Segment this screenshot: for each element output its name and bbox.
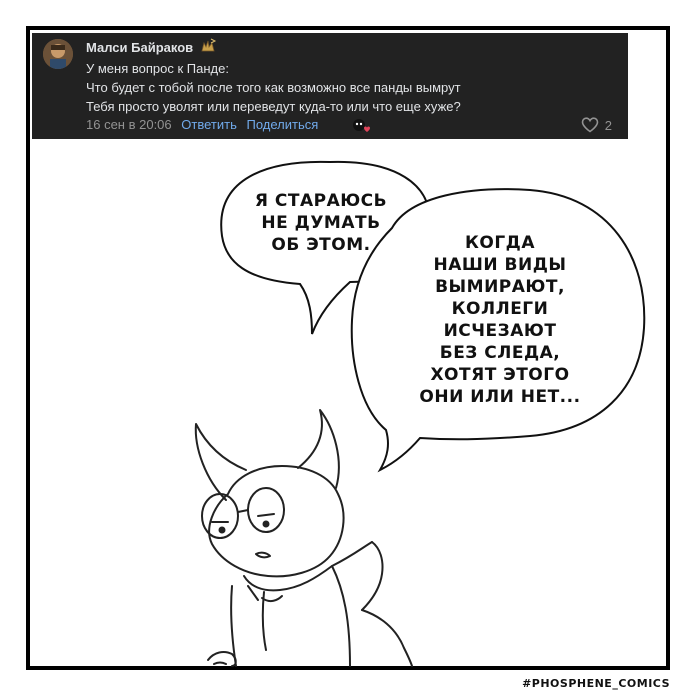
speech-line: ХОТЯТ ЭТОГО [430,365,570,385]
comment-author[interactable]: Малси Байраков [86,40,193,55]
speech-text-1: Я СТАРАЮСЬ НЕ ДУМАТЬ ОБ ЭТОМ. [236,190,406,256]
speech-line: БЕЗ СЛЕДА, [439,343,561,363]
comment-line: Тебя просто уволят или переведут куда-то… [86,99,461,114]
speech-line: ВЫМИРАЮТ, [435,277,565,297]
reaction-sticker-icon[interactable] [350,115,372,135]
comment-line: Что будет с тобой после того как возможн… [86,80,461,95]
comment-text: У меня вопрос к Панде: Что будет с тобой… [86,59,461,116]
speech-line: КОЛЛЕГИ [451,299,549,319]
like-count: 2 [604,117,612,133]
speech-line: НАШИ ВИДЫ [433,255,567,275]
comment-card: Малси Байраков У меня вопрос к Панде: Чт… [32,33,628,139]
hashtag-credit: #PHOSPHENE_COMICS [522,677,670,690]
speech-line: Я СТАРАЮСЬ [254,191,388,211]
avatar[interactable] [43,39,73,69]
heart-icon [581,117,599,133]
speech-text-2: КОГДА НАШИ ВИДЫ ВЫМИРАЮТ, КОЛЛЕГИ ИСЧЕЗА… [404,232,596,408]
character-drawing [194,409,413,667]
share-link[interactable]: Поделиться [246,117,318,132]
speech-line: НЕ ДУМАТЬ [261,213,381,233]
comment-line: У меня вопрос к Панде: [86,61,229,76]
speech-line: ИСЧЕЗАЮТ [443,321,557,341]
crown-badge-icon [201,38,217,52]
comment-meta: 16 сен в 20:06 Ответить Поделиться [86,117,318,132]
speech-line: ОБ ЭТОМ. [271,235,371,255]
speech-line: КОГДА [465,233,535,253]
comment-date[interactable]: 16 сен в 20:06 [86,117,172,132]
reply-link[interactable]: Ответить [181,117,237,132]
like-button[interactable]: 2 [581,117,612,133]
speech-line: ОНИ ИЛИ НЕТ... [419,387,581,407]
